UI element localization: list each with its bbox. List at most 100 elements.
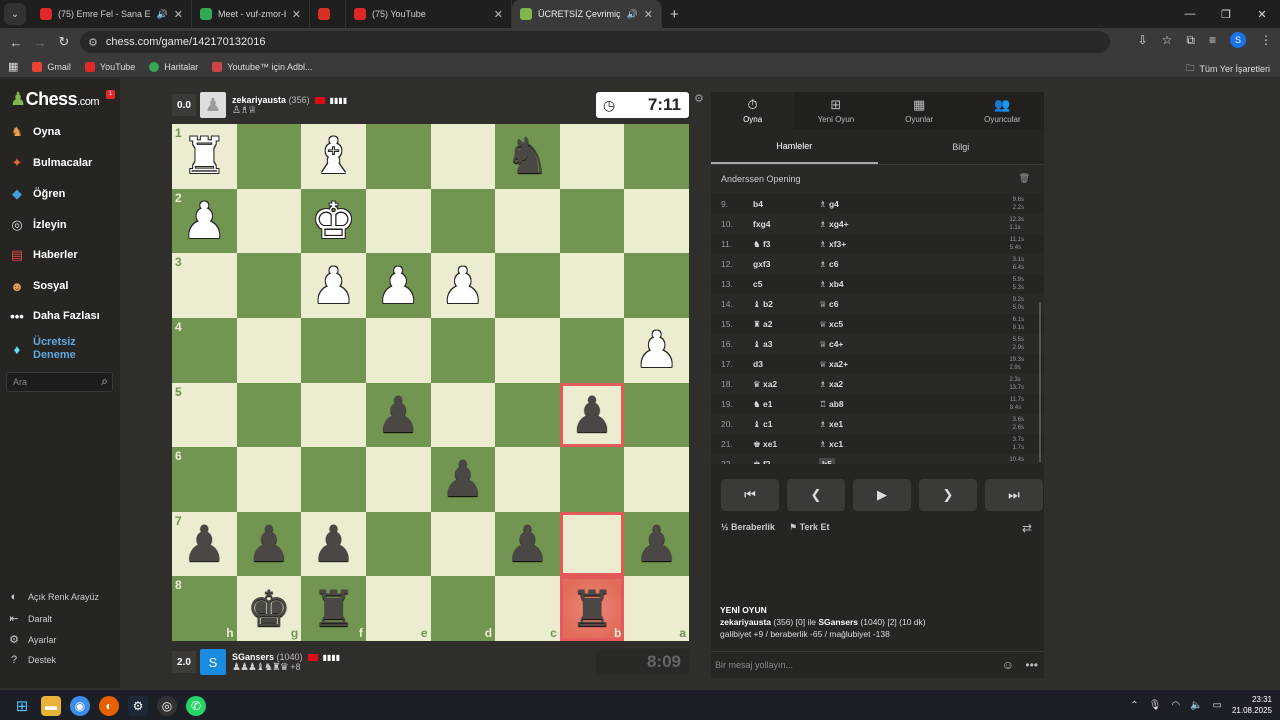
board-square[interactable]	[236, 124, 302, 189]
white-bishop-piece[interactable]: ♝	[311, 131, 356, 181]
board-square[interactable]: 5	[172, 382, 237, 448]
white-move[interactable]: ♚ xe1	[749, 439, 817, 450]
tab-info[interactable]: Bilgi	[878, 129, 1045, 164]
panel-tab-1[interactable]: ⊞ Yeni Oyun	[794, 92, 877, 129]
tab-moves[interactable]: Hamleler	[711, 129, 878, 164]
sidebar-item-more[interactable]: ••• Daha Fazlası	[8, 307, 99, 325]
black-move[interactable]: ♗ xa2	[819, 379, 843, 389]
chess-board[interactable]: 1 ♜ ♝ ♞ 2 ♟ ♚ 3 ♟ ♟ ♟ 4 ♟ 5 ♟ ♟ 6 ♟ 7 ♟ ♟ ♟ ♟ ♟ 8 h g ♚ f ♜ e d c b ♜ a	[172, 124, 689, 641]
all-bookmarks[interactable]: 🗀 Tüm Yer İşaretleri	[1185, 61, 1270, 77]
bottom-player-name[interactable]: SGansers	[232, 652, 274, 662]
sidebar-item-watch[interactable]: ◎ İzleyin	[8, 216, 66, 234]
panel-tab-3[interactable]: 👥 Oyuncular	[961, 92, 1044, 129]
board-square[interactable]: ♟	[495, 511, 560, 577]
board-square[interactable]	[301, 317, 366, 383]
black-move[interactable]: ♕ c4+	[819, 339, 843, 349]
white-move[interactable]: ♞ e1	[749, 399, 817, 410]
browser-tab[interactable]: Meet - vuf-zmor-bcv✕	[192, 0, 310, 28]
search-icon[interactable]: ⌕	[101, 374, 108, 389]
chat-input[interactable]: Bir mesaj yollayın... ☺ •••	[711, 651, 1044, 678]
white-pawn-piece[interactable]: ♟	[376, 261, 421, 311]
black-move[interactable]: ♗ xf3+	[819, 239, 846, 249]
board-square[interactable]: ♚	[301, 188, 366, 254]
emoji-icon[interactable]: ☺	[1002, 658, 1014, 672]
white-move[interactable]: ♝ b2	[749, 299, 817, 310]
white-move[interactable]: fxg4	[749, 219, 817, 229]
more-options-icon[interactable]: •••	[1025, 658, 1038, 672]
white-move[interactable]: gxf3	[749, 259, 817, 269]
black-pawn-piece[interactable]: ♟	[505, 519, 550, 569]
sidebar-item-play[interactable]: ♞ Oyna	[8, 123, 60, 141]
trash-icon[interactable]: 🗑	[1019, 173, 1030, 184]
install-app-icon[interactable]: ⇩	[1138, 33, 1148, 47]
file-explorer-icon[interactable]: ▬	[41, 696, 61, 716]
board-square[interactable]	[559, 188, 625, 254]
settings-link[interactable]: ⚙ Ayarlar	[8, 633, 56, 646]
board-square[interactable]: 8h	[172, 576, 237, 641]
browser-tab[interactable]: (75) YouTube ✕	[346, 0, 512, 28]
board-square[interactable]	[236, 253, 302, 318]
white-move[interactable]: ♝ c1	[749, 419, 817, 430]
top-player-name[interactable]: zekariyausta	[232, 95, 286, 105]
white-rook-piece[interactable]: ♜	[182, 131, 227, 181]
board-square[interactable]: ♟	[559, 382, 625, 448]
board-square[interactable]: d	[430, 576, 496, 641]
site-info-icon[interactable]: ⚙	[88, 36, 98, 49]
browser-tab[interactable]	[310, 0, 346, 28]
white-pawn-piece[interactable]: ♟	[311, 261, 356, 311]
browser-tab[interactable]: ÜCRETSİZ Çevrimiçi Satranç 🔊✕	[512, 0, 662, 28]
menu-icon[interactable]: ⋮	[1260, 33, 1272, 47]
close-window-button[interactable]: ✕	[1244, 0, 1280, 28]
board-square[interactable]: g ♚	[236, 576, 302, 641]
white-pawn-piece[interactable]: ♟	[440, 261, 485, 311]
tab-close-icon[interactable]: ✕	[286, 8, 301, 21]
board-square[interactable]: 3	[172, 253, 237, 318]
black-pawn-piece[interactable]: ♟	[376, 390, 421, 440]
black-move[interactable]: ♗ xe1	[819, 419, 843, 429]
board-square[interactable]	[430, 382, 496, 448]
black-pawn-piece[interactable]: ♟	[182, 519, 227, 569]
black-move[interactable]: ♗ xc1	[819, 439, 843, 449]
panel-tab-2[interactable]: ▦ Oyunlar	[878, 92, 961, 129]
panel-tab-0[interactable]: ⏱ Oyna	[711, 92, 795, 129]
tab-audio-icon[interactable]: 🔊	[157, 9, 168, 20]
tab-close-icon[interactable]: ✕	[488, 8, 503, 21]
wifi-icon[interactable]: ◠	[1171, 700, 1180, 711]
system-clock[interactable]: 23:31 21.08.2025	[1232, 694, 1272, 716]
white-move[interactable]: d3	[749, 359, 817, 369]
sidebar-item-free-trial[interactable]: ♦ Ücretsiz Deneme	[8, 336, 76, 362]
tab-close-icon[interactable]: ✕	[168, 8, 183, 21]
black-pawn-piece[interactable]: ♟	[311, 519, 356, 569]
bookmark-maps[interactable]: Haritalar	[149, 61, 198, 72]
top-player-avatar[interactable]: ♟	[200, 92, 226, 118]
battery-icon[interactable]: ▭	[1213, 700, 1222, 711]
tray-chevron-icon[interactable]: ⌃	[1130, 700, 1138, 711]
board-square[interactable]	[624, 188, 689, 254]
sidebar-item-social[interactable]: ☻ Sosyal	[8, 277, 68, 295]
chrome-icon[interactable]: ◉	[70, 696, 90, 716]
reading-list-icon[interactable]: ≡	[1209, 33, 1216, 47]
white-king-piece[interactable]: ♚	[311, 196, 356, 246]
maximize-button[interactable]: ❐	[1208, 0, 1244, 28]
white-move[interactable]: ♜ a2	[749, 319, 817, 330]
board-square[interactable]	[236, 447, 302, 512]
firefox-icon[interactable]: ◐	[99, 696, 119, 716]
first-move-button[interactable]: ⏮	[721, 479, 779, 511]
white-move[interactable]: ♛ xa2	[749, 379, 817, 390]
next-move-button[interactable]: ❯	[919, 479, 977, 511]
white-pawn-piece[interactable]: ♟	[634, 325, 679, 375]
board-square[interactable]: f ♜	[301, 576, 366, 641]
new-tab-button[interactable]: +	[670, 6, 679, 23]
white-move[interactable]: c5	[749, 279, 817, 289]
microphone-icon[interactable]: 🎙	[1149, 700, 1162, 711]
board-square[interactable]	[236, 188, 302, 254]
black-move[interactable]: ♕ xc5	[819, 319, 843, 329]
board-square[interactable]: a	[624, 576, 689, 641]
previous-move-button[interactable]: ❮	[787, 479, 845, 511]
back-button[interactable]: ←	[4, 35, 28, 50]
bookmark-gmail[interactable]: Gmail	[32, 61, 71, 72]
black-knight-piece[interactable]: ♞	[505, 131, 550, 181]
board-square[interactable]: ♟	[236, 511, 302, 577]
black-move[interactable]: ♗ g4	[819, 199, 839, 209]
chesscom-logo[interactable]: ♟Chess.com	[10, 89, 100, 110]
